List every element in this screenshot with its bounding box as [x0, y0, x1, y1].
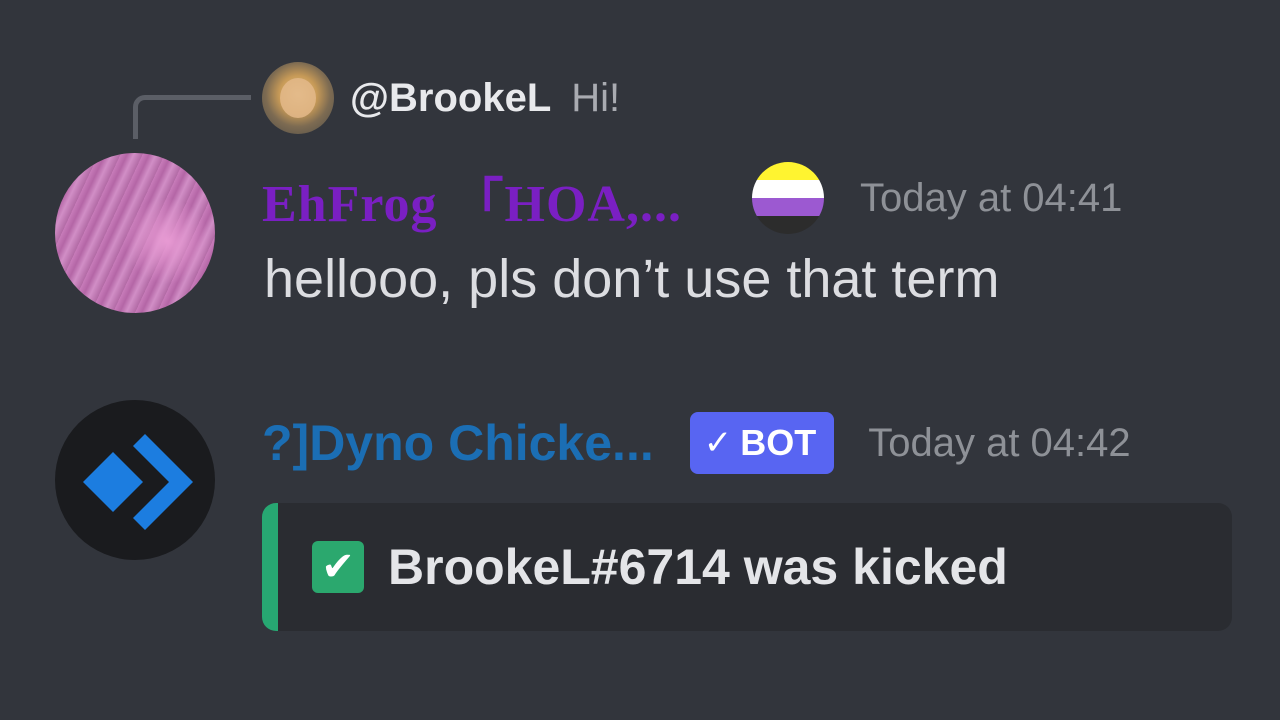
- avatar-dyno[interactable]: [55, 400, 215, 560]
- avatar-ehfrog[interactable]: [55, 153, 215, 313]
- verified-check-icon: ✓: [703, 424, 733, 462]
- message-embed: ✔ BrookeL#6714 was kicked: [262, 503, 1232, 631]
- check-box-icon: ✔: [312, 541, 364, 593]
- reply-avatar[interactable]: [262, 62, 334, 134]
- message-text: hellooo, pls don’t use that term: [264, 249, 1000, 309]
- message-timestamp[interactable]: Today at 04:42: [868, 421, 1130, 466]
- nonbinary-flag-icon: [751, 162, 824, 234]
- message-header: EhFrog 「HOA,... Today at 04:41: [262, 158, 1122, 238]
- reply-username[interactable]: @BrookeL: [350, 76, 551, 121]
- reply-connector: [133, 95, 251, 139]
- bot-badge: ✓ BOT: [689, 412, 835, 474]
- message-timestamp[interactable]: Today at 04:41: [860, 176, 1122, 221]
- chat-messages: @BrookeL Hi! EhFrog 「HOA,... Today at 04…: [0, 0, 1280, 720]
- bot-label: BOT: [740, 422, 817, 463]
- reply-preview[interactable]: @BrookeL Hi!: [262, 62, 620, 134]
- reply-message-text: Hi!: [571, 75, 621, 120]
- username-ehfrog[interactable]: EhFrog 「HOA,...: [262, 161, 682, 236]
- embed-title: BrookeL#6714 was kicked: [388, 539, 1008, 595]
- dyno-logo-icon: [83, 434, 193, 530]
- username-dyno[interactable]: ?]Dyno Chicke...: [262, 414, 654, 472]
- message-header: ?]Dyno Chicke... ✓ BOT Today at 04:42: [262, 403, 1131, 483]
